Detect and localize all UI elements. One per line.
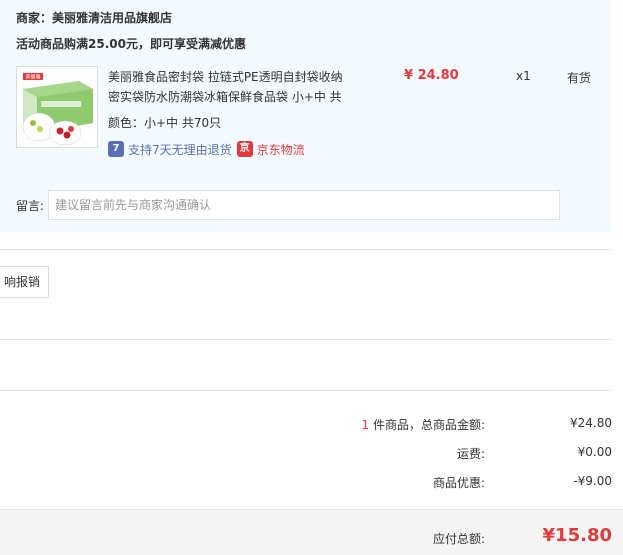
shipping-label: 运费: (456, 447, 485, 461)
merchant-name[interactable]: 商家：美丽雅清洁用品旗舰店 (16, 9, 172, 26)
discount-value: -¥9.00 (573, 474, 612, 488)
promo-text: 活动商品购满25.00元，即可享受满减优惠 (16, 37, 246, 51)
remark-label: 留言: (16, 199, 45, 213)
item-count: 1 (361, 418, 370, 432)
total-label: 应付总额: (432, 532, 485, 546)
items-total-value: ¥24.80 (570, 416, 612, 430)
discount-label: 商品优惠: (432, 476, 485, 490)
service-badges: 7 支持7天无理由退货 京 京东物流 (108, 140, 305, 158)
product-title-line[interactable]: 密实袋防水防潮袋冰箱保鲜食品袋 小+中 共 (108, 87, 348, 107)
items-total-label: 1 件商品，总商品金额: (362, 416, 486, 433)
product-thumbnail[interactable]: 美丽雅 (16, 66, 98, 148)
jd-logistics-icon: 京 (236, 141, 253, 157)
remark-input[interactable] (48, 190, 560, 220)
jd-logistics-link[interactable]: 京东物流 (257, 141, 305, 158)
return-policy-link[interactable]: 支持7天无理由退货 (128, 141, 232, 158)
section-divider (0, 390, 611, 391)
product-image-icon: 美丽雅 (17, 67, 97, 147)
product-title-line[interactable]: 美丽雅食品密封袋 拉链式PE透明自封袋收纳 (108, 67, 348, 87)
total-value: ¥15.80 (542, 525, 612, 546)
product-variant: 颜色：小+中 共70只 (108, 116, 222, 130)
product-price: ¥ 24.80 (404, 68, 459, 83)
store-panel: 商家：美丽雅清洁用品旗舰店 活动商品购满25.00元，即可享受满减优惠 美丽雅 … (0, 0, 611, 232)
thumb-brand-text: 美丽雅 (25, 74, 40, 81)
invoice-button[interactable]: 响报销 (0, 266, 49, 298)
items-total-text: 件商品，总商品金额: (369, 418, 485, 432)
product-quantity: x1 (516, 69, 531, 83)
section-divider (0, 249, 611, 250)
shipping-value: ¥0.00 (577, 445, 612, 459)
product-title[interactable]: 美丽雅食品密封袋 拉链式PE透明自封袋收纳 密实袋防水防潮袋冰箱保鲜食品袋 小+… (108, 67, 348, 107)
section-divider (0, 339, 611, 340)
seven-day-return-icon: 7 (108, 141, 124, 157)
total-bar: 应付总额: ¥15.80 (0, 509, 623, 555)
stock-status: 有货 (567, 71, 592, 85)
